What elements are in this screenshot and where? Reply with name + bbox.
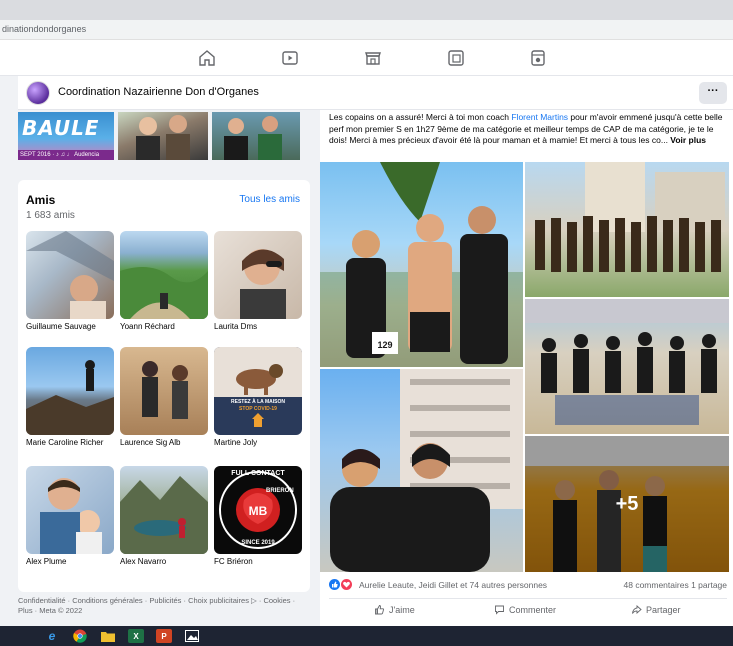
photos-icon[interactable] <box>184 629 200 643</box>
baule-strip: SEPT 2016 · ♪ ♫ ♩ Audencia <box>18 150 114 160</box>
bib-number: 129 <box>377 340 393 350</box>
logo-side-text: BRIERON <box>266 488 294 494</box>
engagement-counts: 48 commentaires 1 partage <box>624 580 728 590</box>
reactions-text[interactable]: Aurelie Leaute, Jeidi Gillet et 74 autre… <box>359 580 547 590</box>
os-taskbar: e X P <box>0 626 733 646</box>
friend-card[interactable]: Laurence Sig Alb <box>120 347 208 447</box>
friend-name[interactable]: Alex Plume <box>26 557 114 566</box>
folder-icon[interactable] <box>100 629 116 643</box>
see-all-friends-link[interactable]: Tous les amis <box>239 194 300 205</box>
logo-center-text: MB <box>248 504 268 518</box>
comments-count[interactable]: 48 commentaires <box>624 580 689 590</box>
friend-name[interactable]: Laurence Sig Alb <box>120 438 208 447</box>
thumbs-up-icon <box>375 605 385 615</box>
groups-icon[interactable] <box>446 48 466 68</box>
browser-tab-strip <box>0 0 733 20</box>
post-text-part-1: Les copains on a assuré! Merci à toi mon… <box>329 112 512 122</box>
friend-photo[interactable] <box>120 231 208 319</box>
marketplace-icon[interactable] <box>363 48 383 68</box>
logo-top-text: FULL CONTACT <box>231 470 285 477</box>
post-photo-5[interactable]: +5 <box>525 436 729 572</box>
comment-icon <box>495 605 504 615</box>
friends-title: Amis <box>26 193 56 207</box>
photo-thumb-3[interactable] <box>212 112 300 160</box>
friend-card[interactable]: Alex Plume <box>26 466 114 566</box>
friend-photo[interactable] <box>26 347 114 435</box>
love-reaction-icon[interactable] <box>341 579 352 590</box>
friend-name[interactable]: Laurita Dms <box>214 322 302 331</box>
friend-name[interactable]: Guillaume Sauvage <box>26 322 114 331</box>
footer-line-2[interactable]: Plus · Meta © 2022 <box>18 606 310 616</box>
post-actions: J'aime Commenter Partager <box>329 598 727 620</box>
friend-photo[interactable] <box>214 231 302 319</box>
more-options-button[interactable]: ··· <box>699 82 727 104</box>
post-photo-4[interactable] <box>320 369 523 572</box>
share-icon <box>632 605 642 614</box>
logo-bottom-text: SINCE 2019 <box>241 540 275 546</box>
coach-link[interactable]: Florent Martins <box>511 112 568 122</box>
address-bar[interactable]: dinationdondorganes <box>0 20 733 40</box>
like-label: J'aime <box>389 604 415 615</box>
share-button[interactable]: Partager <box>631 604 681 615</box>
friend-photo[interactable]: FULL CONTACT MB BRIERON SINCE 2019 <box>214 466 302 554</box>
footer-line-1[interactable]: Confidentialité · Conditions générales ·… <box>18 596 310 606</box>
comment-button[interactable]: Commenter <box>494 604 556 615</box>
share-label: Partager <box>646 604 681 615</box>
friend-name[interactable]: Marie Caroline Richer <box>26 438 114 447</box>
page-avatar[interactable] <box>26 81 50 105</box>
photo-thumb-baule[interactable]: BAULE SEPT 2016 · ♪ ♫ ♩ Audencia <box>18 112 114 160</box>
footer-links[interactable]: Confidentialité · Conditions générales ·… <box>18 596 310 616</box>
post-photo-2[interactable] <box>525 162 729 297</box>
post-photo-1[interactable]: 129 <box>320 162 523 367</box>
gaming-icon[interactable] <box>528 48 548 68</box>
friend-card[interactable]: RESTEZ À LA MAISON STOP COVID-19 Martine… <box>214 347 302 447</box>
address-text: dinationdondorganes <box>2 24 87 34</box>
friend-photo[interactable] <box>120 466 208 554</box>
excel-icon[interactable]: X <box>128 629 144 643</box>
post-photo-3[interactable] <box>525 299 729 434</box>
friend-name[interactable]: FC Briéron <box>214 557 302 566</box>
friend-name[interactable]: Yoann Réchard <box>120 322 208 331</box>
poster-line-1: RESTEZ À LA MAISON <box>231 399 285 405</box>
friend-card[interactable]: Guillaume Sauvage <box>26 231 114 331</box>
post-card: Les copains on a assuré! Merci à toi mon… <box>320 110 733 626</box>
friend-photo[interactable] <box>120 347 208 435</box>
photo-thumb-2[interactable] <box>118 112 208 160</box>
friend-photo[interactable]: RESTEZ À LA MAISON STOP COVID-19 <box>214 347 302 435</box>
friend-photo[interactable] <box>26 466 114 554</box>
friend-card[interactable]: Laurita Dms <box>214 231 302 331</box>
friend-card[interactable]: Alex Navarro <box>120 466 208 566</box>
edge-icon[interactable]: e <box>44 629 60 643</box>
friends-card: Amis 1 683 amis Tous les amis Guillaume … <box>18 180 310 592</box>
friend-card[interactable]: FULL CONTACT MB BRIERON SINCE 2019 FC Br… <box>214 466 302 566</box>
see-more-link[interactable]: Voir plus <box>670 135 706 145</box>
friends-count: 1 683 amis <box>26 210 75 221</box>
powerpoint-icon[interactable]: P <box>156 629 172 643</box>
reactions-bar: Aurelie Leaute, Jeidi Gillet et 74 autre… <box>329 578 727 594</box>
shares-count[interactable]: 1 partage <box>691 580 727 590</box>
like-reaction-icon[interactable] <box>329 579 340 590</box>
home-icon[interactable] <box>197 48 217 68</box>
watch-icon[interactable] <box>280 48 300 68</box>
page-header: Coordination Nazairienne Don d'Organes ·… <box>18 76 733 110</box>
like-button[interactable]: J'aime <box>374 604 415 615</box>
baule-title: BAULE <box>22 116 100 140</box>
post-text: Les copains on a assuré! Merci à toi mon… <box>329 112 727 147</box>
friend-name[interactable]: Alex Navarro <box>120 557 208 566</box>
poster-line-2: STOP COVID-19 <box>239 406 277 412</box>
friend-name[interactable]: Martine Joly <box>214 438 302 447</box>
comment-label: Commenter <box>509 604 557 615</box>
friend-card[interactable]: Yoann Réchard <box>120 231 208 331</box>
more-photos-overlay[interactable]: +5 <box>525 436 729 572</box>
friend-card[interactable]: Marie Caroline Richer <box>26 347 114 447</box>
friend-photo[interactable] <box>26 231 114 319</box>
chrome-icon[interactable] <box>72 629 88 643</box>
top-navigation <box>0 40 733 76</box>
page-name[interactable]: Coordination Nazairienne Don d'Organes <box>58 86 259 98</box>
